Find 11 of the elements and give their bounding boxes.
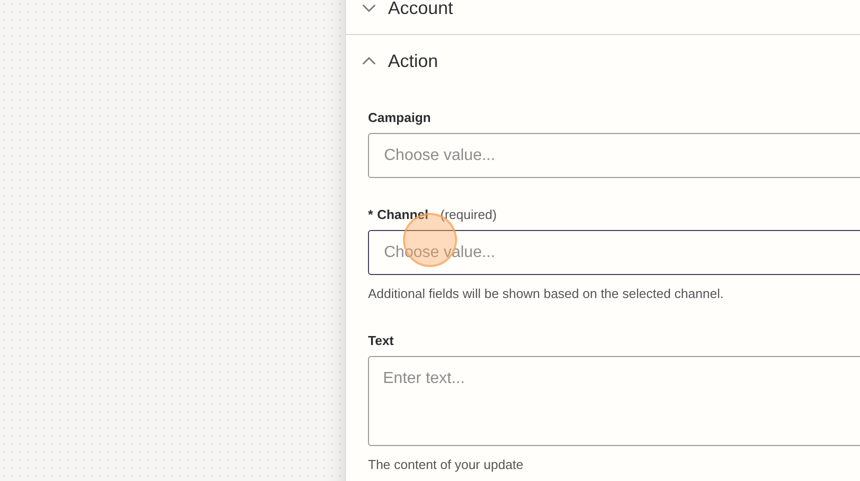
text-area[interactable]: Enter text... (368, 356, 860, 446)
field-label: Campaign (368, 109, 431, 128)
section-header[interactable]: Account (346, 0, 860, 34)
required-mark: * (368, 206, 374, 224)
select-field[interactable]: Choose value... (368, 133, 860, 178)
help-text: The content of your update (368, 456, 524, 474)
required-note: (required) (440, 206, 497, 224)
section-header[interactable]: Action (346, 35, 860, 87)
field-label: Text (368, 332, 394, 350)
field-label: Channel (377, 206, 428, 224)
help-text: Additional fields will be shown based on the selected channel. (368, 285, 725, 303)
